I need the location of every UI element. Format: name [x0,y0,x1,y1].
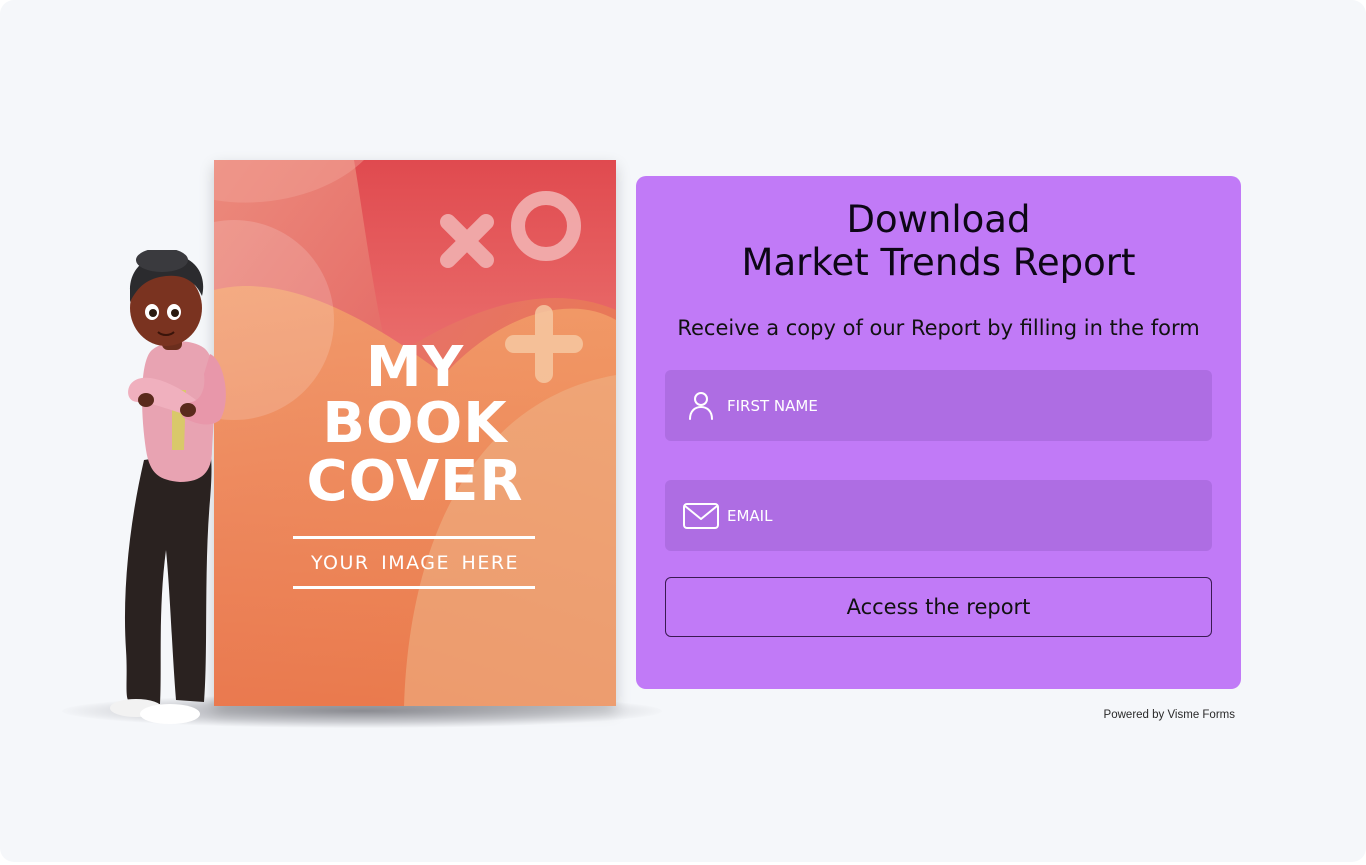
powered-by-link[interactable]: Powered by Visme Forms [1036,709,1235,721]
email-input[interactable] [727,480,1197,551]
book-rule-bottom [293,586,535,589]
first-name-field[interactable] [665,370,1212,441]
download-form-card: Download Market Trends Report Receive a … [636,176,1241,689]
book-rule-top [293,536,535,539]
book-title-line: COVER [306,449,524,514]
form-subtitle: Receive a copy of our Report by filling … [677,316,1200,340]
email-field[interactable] [665,480,1212,551]
envelope-icon [683,503,719,529]
form-title-line: Download [846,198,1031,241]
book-title-line: BOOK [322,391,508,456]
character-illustration [110,250,226,724]
book-cover: MY BOOK COVER YOUR IMAGE HERE [214,160,616,706]
page-background: MY BOOK COVER YOUR IMAGE HERE Download M… [0,0,1366,862]
user-icon [689,392,713,420]
access-report-button[interactable]: Access the report [665,577,1212,637]
first-name-input[interactable] [727,370,1197,441]
form-title: Download Market Trends Report [636,198,1241,284]
book-subtitle: YOUR IMAGE HERE [310,552,520,574]
form-title-line: Market Trends Report [741,241,1136,284]
book-title-line: MY [365,335,465,400]
